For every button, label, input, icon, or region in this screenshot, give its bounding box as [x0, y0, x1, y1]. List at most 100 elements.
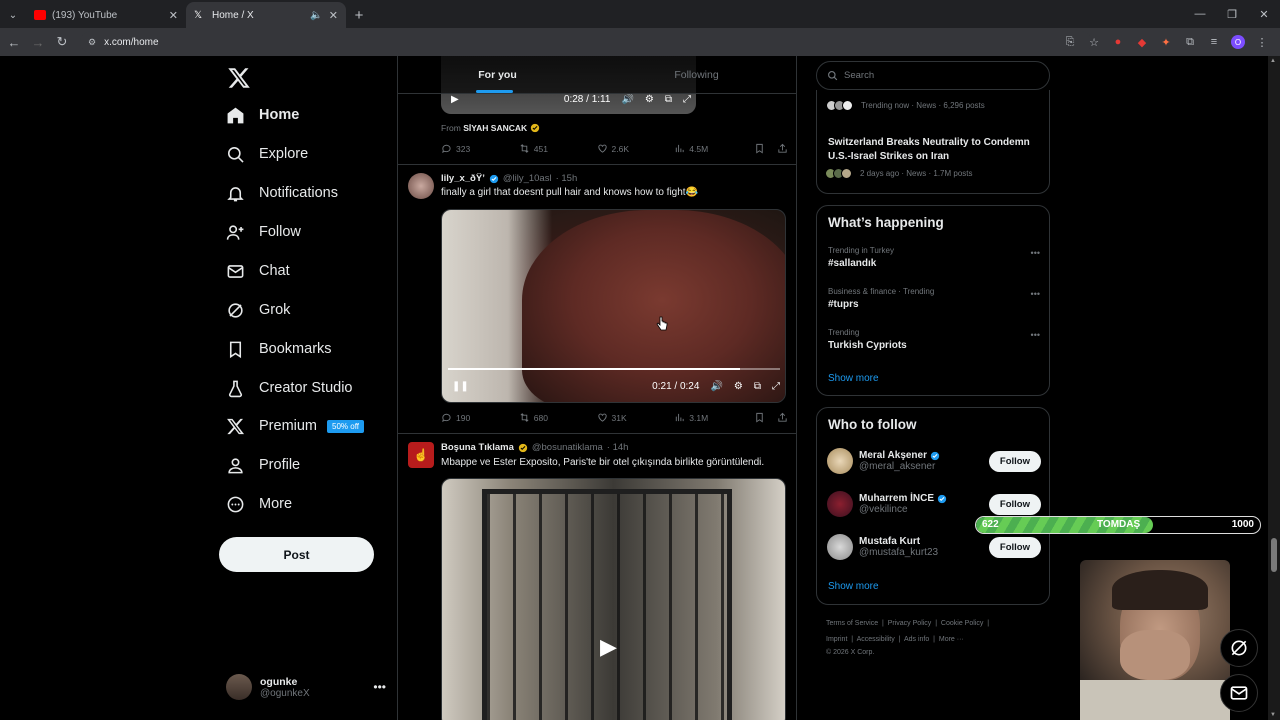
nav-home[interactable]: Home: [226, 100, 299, 130]
messages-fab[interactable]: [1220, 674, 1258, 712]
nav-creator-studio[interactable]: Creator Studio: [226, 373, 353, 403]
author-name[interactable]: Boşuna Tıklama: [441, 442, 514, 453]
search-input[interactable]: Search: [816, 61, 1050, 90]
extension-icon[interactable]: ●: [1106, 30, 1130, 54]
author-handle[interactable]: @bosunatiklama: [532, 442, 603, 453]
nav-premium[interactable]: Premium 50% off: [226, 411, 364, 441]
avatar[interactable]: ☝: [408, 442, 434, 468]
footer-link[interactable]: Imprint: [826, 636, 847, 643]
close-tab-icon[interactable]: ✕: [329, 9, 338, 22]
views-button[interactable]: 4.5M: [674, 143, 754, 154]
like-button[interactable]: 31K: [597, 412, 675, 423]
pause-icon[interactable]: ❚❚: [452, 381, 469, 392]
back-icon[interactable]: ←: [2, 30, 26, 54]
author-handle[interactable]: @lily_10asl: [503, 173, 552, 184]
source-name[interactable]: SİYAH SANCAK: [463, 123, 527, 133]
tab-following[interactable]: Following: [597, 56, 796, 93]
news-item[interactable]: Switzerland Breaks Neutrality to Condemn…: [825, 136, 1040, 179]
nav-grok[interactable]: Grok: [226, 295, 290, 325]
suggested-account[interactable]: Mustafa Kurt @mustafa_kurt23 Follow: [827, 534, 1041, 560]
trend-item[interactable]: Business & finance · Trending #tuprs •••: [828, 287, 1040, 310]
nav-bookmarks[interactable]: Bookmarks: [226, 334, 332, 364]
profile-avatar[interactable]: O: [1231, 35, 1245, 49]
browser-tab-x[interactable]: 𝕏 Home / X 🔈 ✕: [186, 2, 346, 28]
bookmark-icon[interactable]: [754, 143, 765, 154]
bookmark-icon[interactable]: [754, 412, 765, 423]
address-bar[interactable]: ⚙ x.com/home: [80, 31, 1092, 53]
show-more-link[interactable]: Show more: [828, 581, 879, 592]
tweet-video[interactable]: ❚❚ 0:21 / 0:24 🔊 ⚙ ⧉ ⤢: [441, 209, 786, 403]
footer-link[interactable]: Cookie Policy: [941, 620, 983, 627]
footer-link[interactable]: Accessibility: [857, 636, 895, 643]
play-icon[interactable]: ▶: [600, 634, 630, 664]
scrollbar-thumb[interactable]: [1271, 538, 1277, 572]
page-scrollbar[interactable]: ▲ ▼: [1268, 56, 1280, 720]
site-info-icon[interactable]: ⚙: [88, 37, 96, 48]
follow-button[interactable]: Follow: [988, 450, 1041, 472]
restore-icon[interactable]: ❐: [1216, 0, 1248, 28]
account-switcher[interactable]: ogunke @ogunkeX •••: [226, 674, 386, 700]
more-dots-icon[interactable]: •••: [1031, 330, 1040, 340]
minimize-icon[interactable]: —: [1184, 0, 1216, 28]
tab-search-icon[interactable]: ⌄: [0, 2, 26, 28]
reply-button[interactable]: 323: [441, 143, 519, 154]
avatar[interactable]: [408, 173, 434, 199]
nav-chat[interactable]: Chat: [226, 256, 290, 286]
tweet-time[interactable]: · 15h: [556, 173, 578, 184]
close-tab-icon[interactable]: ✕: [169, 9, 178, 22]
footer-link[interactable]: Terms of Service: [826, 620, 878, 627]
volume-icon[interactable]: 🔊: [621, 94, 633, 105]
suggested-account[interactable]: Meral Akşener @meral_aksener Follow: [827, 448, 1041, 474]
close-window-icon[interactable]: ✕: [1248, 0, 1280, 28]
play-icon[interactable]: ▶: [451, 94, 459, 105]
follow-button[interactable]: Follow: [988, 493, 1041, 515]
news-item[interactable]: Trending now · News · 6,296 posts: [826, 100, 985, 111]
share-icon[interactable]: [777, 412, 788, 423]
video-progress[interactable]: [448, 368, 780, 370]
nav-explore[interactable]: Explore: [226, 139, 308, 169]
more-dots-icon[interactable]: •••: [1031, 289, 1040, 299]
extensions-puzzle-icon[interactable]: ⧉: [1178, 30, 1202, 54]
extension-icon[interactable]: ✦: [1154, 30, 1178, 54]
tweet-video[interactable]: ▶: [441, 478, 786, 720]
pip-icon[interactable]: ⧉: [665, 94, 672, 105]
nav-more[interactable]: More: [226, 489, 292, 519]
post-button[interactable]: Post: [219, 537, 374, 572]
suggested-account[interactable]: Muharrem İNCE @vekilince Follow: [827, 491, 1041, 517]
fullscreen-icon[interactable]: ⤢: [772, 381, 780, 392]
media-controls-icon[interactable]: ≡: [1202, 30, 1226, 54]
forward-icon[interactable]: →: [26, 30, 50, 54]
author-name[interactable]: lily_x_ðŸ’: [441, 173, 485, 184]
footer-link[interactable]: Privacy Policy: [888, 620, 932, 627]
install-app-icon[interactable]: ⎘: [1058, 30, 1082, 54]
nav-profile[interactable]: Profile: [226, 450, 300, 480]
settings-icon[interactable]: ⚙: [734, 381, 743, 392]
bookmark-star-icon[interactable]: ☆: [1082, 30, 1106, 54]
volume-icon[interactable]: 🔊: [710, 381, 722, 392]
browser-tab-youtube[interactable]: (193) YouTube ✕: [26, 2, 186, 28]
footer-link[interactable]: More ···: [939, 636, 964, 643]
scroll-up-icon[interactable]: ▲: [1270, 58, 1276, 64]
trend-item[interactable]: Trending Turkish Cypriots •••: [828, 328, 1040, 351]
fullscreen-icon[interactable]: ⤢: [683, 94, 691, 105]
show-more-link[interactable]: Show more: [828, 373, 879, 384]
scroll-down-icon[interactable]: ▼: [1270, 712, 1276, 718]
tweet-time[interactable]: · 14h: [607, 442, 629, 453]
follow-button[interactable]: Follow: [988, 536, 1041, 558]
nav-follow[interactable]: Follow: [226, 217, 301, 247]
more-dots-icon[interactable]: •••: [1031, 248, 1040, 258]
new-tab-button[interactable]: +: [346, 2, 372, 28]
pip-icon[interactable]: ⧉: [754, 381, 761, 392]
speaker-icon[interactable]: 🔈: [310, 10, 322, 21]
reply-button[interactable]: 190: [441, 412, 519, 423]
chrome-menu-icon[interactable]: ⋮: [1250, 30, 1274, 54]
extension-icon[interactable]: ◆: [1130, 30, 1154, 54]
like-button[interactable]: 2.6K: [597, 143, 675, 154]
grok-fab[interactable]: [1220, 629, 1258, 667]
reload-icon[interactable]: ↻: [50, 30, 74, 54]
x-logo-icon[interactable]: [227, 66, 251, 90]
footer-link[interactable]: Ads info: [904, 636, 929, 643]
tab-for-you[interactable]: For you: [398, 56, 597, 93]
more-dots-icon[interactable]: •••: [373, 680, 386, 694]
share-icon[interactable]: [777, 143, 788, 154]
